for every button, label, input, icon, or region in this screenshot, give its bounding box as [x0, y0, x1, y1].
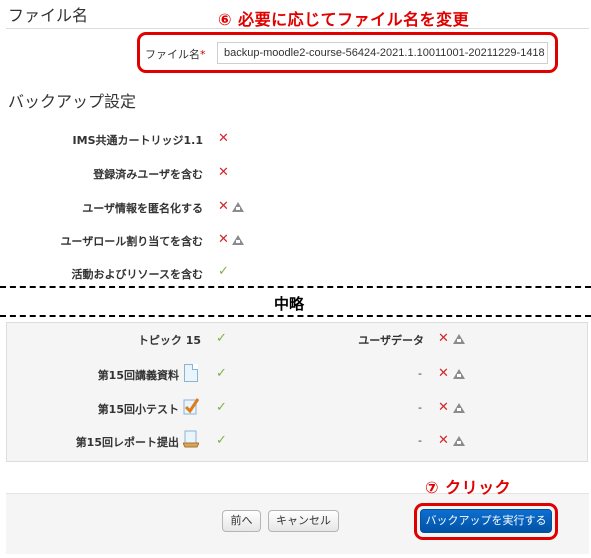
setting-label-include-users: 登録済みユーザを含む: [93, 168, 203, 181]
user-data-none: -: [418, 401, 422, 414]
dashed-divider-top: [0, 286, 591, 288]
assignment-icon: [183, 430, 199, 448]
locked-icon: [453, 403, 465, 413]
activity-label-lecture-material: 第15回講義資料: [97, 369, 179, 382]
locked-icon: [453, 369, 465, 379]
annotation-step-6: ⑥ 必要に応じてファイル名を変更: [218, 10, 470, 29]
activity-label-assignment: 第15回レポート提出: [75, 436, 179, 449]
file-name-label: ファイル名*: [145, 48, 206, 61]
setting-label-activities: 活動およびリソースを含む: [71, 268, 203, 281]
setting-label-anonymize: ユーザ情報を匿名化する: [82, 202, 203, 215]
user-data-none: -: [418, 367, 422, 380]
activity-label-quiz: 第15回小テスト: [97, 403, 179, 416]
annotation-step-7: ⑦ クリック: [425, 478, 512, 497]
locked-icon: [453, 334, 465, 344]
required-asterisk: *: [200, 48, 206, 61]
cross-icon: ✕: [218, 232, 229, 247]
dashed-divider-bottom: [0, 315, 591, 317]
perform-backup-button[interactable]: バックアップを実行する: [420, 509, 552, 533]
cross-icon: ✕: [438, 366, 449, 381]
check-icon: ✓: [216, 331, 227, 346]
file-name-input[interactable]: backup-moodle2-course-56424-2021.1.10011…: [217, 42, 548, 64]
cross-icon: ✕: [218, 199, 229, 214]
file-icon: [184, 364, 198, 382]
cross-icon: ✕: [218, 165, 229, 180]
previous-button[interactable]: 前へ: [222, 510, 261, 532]
setting-label-role-assignments: ユーザロール割り当てを含む: [60, 235, 203, 248]
cross-icon: ✕: [438, 400, 449, 415]
cross-icon: ✕: [438, 331, 449, 346]
quiz-icon: [183, 398, 199, 415]
locked-icon: [232, 202, 244, 212]
check-icon: ✓: [216, 400, 227, 415]
setting-label-ims-cc: IMS共通カートリッジ1.1: [72, 134, 203, 147]
section-title-file-name: ファイル名: [8, 6, 89, 25]
locked-icon: [232, 235, 244, 245]
check-icon: ✓: [218, 264, 229, 279]
cancel-button[interactable]: キャンセル: [268, 510, 339, 532]
omitted-label: 中略: [274, 295, 305, 313]
check-icon: ✓: [216, 366, 227, 381]
cross-icon: ✕: [218, 131, 229, 146]
cross-icon: ✕: [438, 433, 449, 448]
locked-icon: [453, 436, 465, 446]
check-icon: ✓: [216, 433, 227, 448]
user-data-label: ユーザデータ: [358, 334, 424, 347]
topic-label: トピック 15: [137, 334, 201, 347]
section-title-backup-settings: バックアップ設定: [8, 92, 137, 111]
user-data-none: -: [418, 434, 422, 447]
